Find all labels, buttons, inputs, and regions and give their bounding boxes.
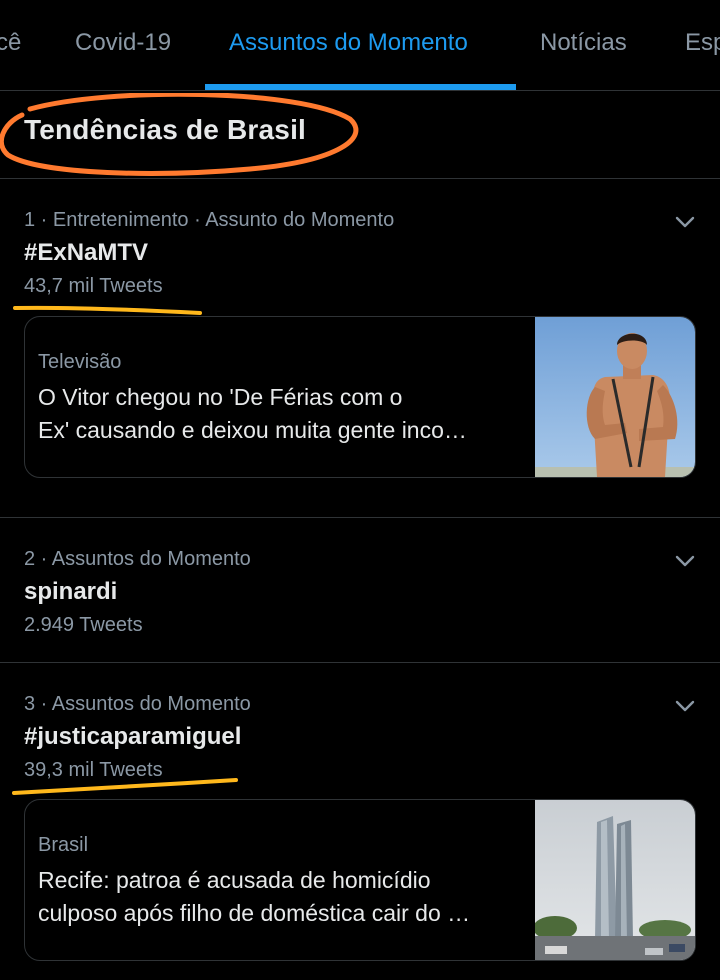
news-headline-line: Recife: patroa é acusada de homicídio [38,867,431,893]
trend-item[interactable]: 2 · Assuntos do Momento spinardi 2.949 T… [0,518,720,663]
news-thumbnail-image [535,317,695,477]
news-headline-line: Ex' causando e deixou muita gente inco… [38,417,467,443]
trend-context: 2 · Assuntos do Momento [24,548,251,570]
tab-covid-19[interactable]: Covid-19 [75,0,171,90]
news-category: Brasil [38,834,89,856]
news-card[interactable]: Brasil Recife: patroa é acusada de homic… [24,799,696,961]
tab-para-voce[interactable]: cê [0,0,21,90]
trend-item[interactable]: 3 · Assuntos do Momento #justicaparamigu… [0,663,720,980]
underline-annotation [12,778,238,795]
tab-bar: cê Covid-19 Assuntos do Momento Notícias… [0,0,720,91]
trend-context: 1 · Entretenimento · Assunto do Momento [24,209,395,231]
news-category: Televisão [38,351,122,373]
chevron-down-icon[interactable] [672,548,698,574]
news-thumbnail-image [535,800,695,960]
tab-esportes[interactable]: Esp [685,0,720,90]
trend-name[interactable]: #ExNaMTV [24,239,148,267]
news-headline-line: O Vitor chegou no 'De Férias com o [38,384,403,410]
section-header: Tendências de Brasil [0,90,720,179]
trend-name[interactable]: spinardi [24,578,117,606]
tab-noticias[interactable]: Notícias [540,0,627,90]
news-headline: O Vitor chegou no 'De Férias com o Ex' c… [38,381,518,447]
chevron-down-icon[interactable] [672,693,698,719]
tab-assuntos-do-momento[interactable]: Assuntos do Momento [229,0,468,90]
news-card[interactable]: Televisão O Vitor chegou no 'De Férias c… [24,316,696,478]
page-title: Tendências de Brasil [24,114,307,145]
trend-name[interactable]: #justicaparamiguel [24,723,241,751]
chevron-down-icon[interactable] [672,209,698,235]
trend-tweet-count: 43,7 mil Tweets [24,275,163,297]
news-headline-line: culposo após filho de doméstica cair do … [38,900,471,926]
underline-annotation [13,305,202,315]
trend-context: 3 · Assuntos do Momento [24,693,251,715]
trend-tweet-count: 2.949 Tweets [24,614,143,636]
news-headline: Recife: patroa é acusada de homicídio cu… [38,864,518,930]
trend-item[interactable]: 1 · Entretenimento · Assunto do Momento … [0,179,720,518]
